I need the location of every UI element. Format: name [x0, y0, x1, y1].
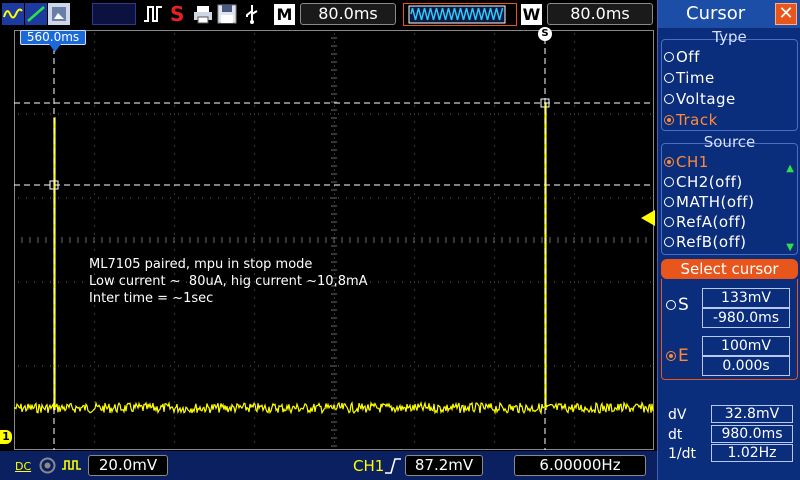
type-option-track[interactable]: Track — [664, 111, 718, 129]
source-option-math[interactable]: MATH(off) — [664, 193, 754, 211]
type-group-title: Type — [712, 28, 747, 46]
main-timebase-button[interactable]: M — [274, 4, 295, 25]
source-option-label: CH1 — [676, 153, 709, 171]
source-option-ch2[interactable]: CH2(off) — [664, 173, 743, 191]
cursor-panel: Cursor ✕ Type Off Time Voltage Track Sou… — [657, 0, 800, 480]
channel-1-marker[interactable]: 1 — [0, 430, 12, 444]
radio-icon — [664, 237, 674, 247]
source-group-title: Source — [703, 133, 756, 151]
annotation-line-2: Low current ~ 80uA, hig current ~10,8mA — [89, 274, 368, 289]
cursor-e-option[interactable]: E — [666, 346, 689, 366]
printer-icon[interactable] — [192, 3, 214, 25]
delta-t-label: dt — [668, 427, 683, 443]
run-status-box[interactable] — [92, 3, 136, 25]
source-option-label: CH2(off) — [676, 173, 743, 191]
time-marker-pointer — [49, 44, 61, 52]
scroll-up-icon[interactable]: ▲ — [786, 163, 794, 174]
trigger-level-readout[interactable]: 87.2mV — [405, 455, 483, 476]
select-cursor-title: Select cursor — [661, 259, 798, 279]
source-option-label: RefB(off) — [676, 233, 747, 251]
waveform-yellow-icon[interactable] — [2, 3, 24, 25]
svg-text:S: S — [170, 3, 184, 25]
type-option-label: Track — [676, 111, 718, 129]
delta-v-value: 32.8mV — [711, 405, 793, 423]
source-option-ch1[interactable]: CH1 — [664, 153, 709, 171]
invert-icon[interactable] — [61, 457, 83, 474]
type-option-label: Time — [676, 69, 715, 87]
radio-selected-icon — [664, 115, 674, 125]
close-icon[interactable]: ✕ — [775, 3, 797, 25]
save-floppy-icon[interactable] — [216, 3, 238, 25]
trigger-level-arrow[interactable] — [641, 210, 655, 226]
cursor-s-time[interactable]: -980.0ms — [702, 308, 790, 328]
delta-v-label: dV — [668, 407, 687, 423]
frequency-readout[interactable]: 6.00000Hz — [514, 455, 646, 476]
type-option-label: Voltage — [676, 90, 736, 108]
annotation-line-1: ML7105 paired, mpu in stop mode — [89, 257, 313, 272]
cursor-e-time[interactable]: 0.000s — [702, 356, 790, 376]
type-option-time[interactable]: Time — [664, 69, 715, 87]
annotation-line-3: Inter time = ~1sec — [89, 291, 214, 306]
source-option-refb[interactable]: RefB(off) — [664, 233, 747, 251]
timebase-readout[interactable]: 80.0ms — [300, 3, 396, 25]
window-timebase-button[interactable]: W — [521, 4, 542, 25]
usb-icon[interactable] — [241, 3, 263, 25]
waveform-green-icon[interactable] — [25, 3, 47, 25]
radio-icon — [664, 94, 674, 104]
time-marker-label: 560.0ms — [20, 30, 86, 45]
single-pulse-icon[interactable] — [142, 3, 164, 25]
volts-per-div-readout[interactable]: 20.0mV — [88, 455, 168, 476]
type-option-off[interactable]: Off — [664, 48, 700, 66]
screenshot-icon[interactable] — [48, 3, 70, 25]
scroll-down-icon[interactable]: ▼ — [786, 242, 794, 253]
window-timebase-readout[interactable]: 80.0ms — [547, 3, 653, 25]
cursor-s-voltage[interactable]: 133mV — [702, 288, 790, 308]
inverse-delta-t-value: 1.02Hz — [711, 444, 793, 462]
top-toolbar: S M 80.0ms W 80.0ms — [0, 0, 657, 30]
radio-icon — [664, 73, 674, 83]
annotation-note: ML7105 paired, mpu in stop mode Low curre… — [89, 256, 368, 307]
source-option-label: RefA(off) — [676, 213, 747, 231]
source-option-refa[interactable]: RefA(off) — [664, 213, 746, 231]
window-zoom-indicator[interactable] — [403, 3, 517, 26]
cursor-e-voltage[interactable]: 100mV — [702, 336, 790, 356]
trigger-source-label[interactable]: CH1 — [353, 457, 384, 475]
source-option-label: MATH(off) — [676, 193, 755, 211]
radio-icon — [664, 217, 674, 227]
coupling-dc-label[interactable]: DC — [15, 460, 31, 473]
radio-icon — [664, 197, 674, 207]
type-option-label: Off — [676, 48, 700, 66]
cursor-s-label: S — [678, 295, 689, 315]
status-bar: DC 20.0mV CH1 87.2mV 6.00000Hz — [0, 451, 657, 480]
radio-icon — [664, 52, 674, 62]
inverse-delta-t-label: 1/dt — [668, 446, 696, 462]
cursor-s-option[interactable]: S — [666, 295, 689, 315]
trigger-position-marker[interactable]: S — [538, 27, 552, 41]
bandwidth-limit-icon[interactable] — [39, 457, 56, 474]
type-option-voltage[interactable]: Voltage — [664, 90, 736, 108]
rising-edge-icon[interactable] — [383, 457, 403, 475]
cursor-e-label: E — [678, 346, 689, 366]
s-marker-icon[interactable]: S — [168, 3, 186, 25]
radio-icon — [664, 177, 674, 187]
radio-selected-icon — [664, 157, 674, 167]
radio-selected-icon — [666, 351, 676, 361]
delta-t-value: 980.0ms — [711, 425, 793, 443]
oscilloscope-display[interactable] — [14, 30, 654, 450]
radio-icon — [666, 300, 676, 310]
